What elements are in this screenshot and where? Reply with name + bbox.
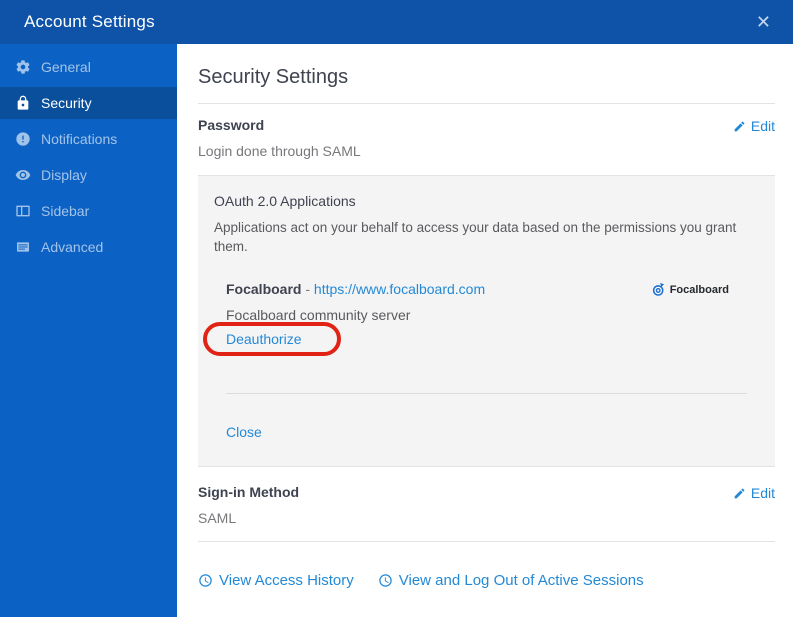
sidebar-item-sidebar[interactable]: Sidebar — [0, 195, 177, 227]
focalboard-logo-text: Focalboard — [669, 283, 729, 296]
password-label: Password — [198, 117, 265, 133]
account-settings-modal: Account Settings ✕ General Security Noti… — [0, 0, 793, 617]
oauth-section-title: OAuth 2.0 Applications — [214, 193, 356, 209]
sidebar-item-label: Notifications — [41, 131, 118, 147]
deauthorize-button[interactable]: Deauthorize — [226, 331, 302, 347]
pencil-icon — [734, 121, 745, 131]
sidebar-item-advanced[interactable]: Advanced — [0, 231, 177, 263]
footer-link-label: View Access History — [219, 572, 354, 589]
oauth-app-separator: - — [305, 281, 311, 297]
gear-icon — [15, 59, 31, 75]
eye-icon — [15, 167, 31, 183]
columns-icon — [15, 203, 31, 219]
signin-edit-button[interactable]: Edit — [733, 485, 775, 501]
password-value: Login done through SAML — [198, 143, 361, 159]
list-icon — [15, 239, 31, 255]
divider — [198, 541, 775, 542]
sidebar-item-label: Display — [41, 167, 87, 183]
view-active-sessions-link[interactable]: View and Log Out of Active Sessions — [378, 572, 644, 589]
signin-method-value: SAML — [198, 510, 237, 526]
sidebar-item-general[interactable]: General — [0, 51, 177, 83]
alert-circle-icon — [15, 131, 31, 147]
password-edit-button[interactable]: Edit — [733, 118, 775, 134]
modal-header: Account Settings ✕ — [0, 0, 793, 44]
pencil-icon — [734, 488, 745, 498]
sidebar-item-label: General — [41, 59, 91, 75]
password-section: Password Login done through SAML Edit — [198, 104, 775, 175]
close-icon[interactable]: ✕ — [756, 13, 771, 31]
sidebar-item-display[interactable]: Display — [0, 159, 177, 191]
clock-icon — [199, 574, 212, 587]
edit-label: Edit — [750, 118, 775, 134]
sidebar-item-label: Security — [41, 95, 92, 111]
signin-method-label: Sign-in Method — [198, 484, 300, 500]
focalboard-logo-icon — [652, 282, 664, 296]
settings-sidebar: General Security Notifications Display S… — [0, 44, 177, 617]
sidebar-item-label: Advanced — [41, 239, 104, 255]
page-title: Security Settings — [198, 66, 349, 88]
oauth-app-entry: Focalboard - https://www.focalboard.com — [203, 281, 759, 356]
sidebar-item-security[interactable]: Security — [0, 87, 177, 119]
security-settings-panel: Security Settings Password Login done th… — [177, 44, 793, 617]
lock-icon — [15, 95, 31, 111]
view-access-history-link[interactable]: View Access History — [198, 572, 354, 589]
sidebar-item-notifications[interactable]: Notifications — [0, 123, 177, 155]
modal-title: Account Settings — [24, 12, 155, 31]
oauth-close-button[interactable]: Close — [226, 424, 262, 440]
divider — [226, 393, 747, 394]
oauth-section-description: Applications act on your behalf to acces… — [214, 220, 737, 254]
footer-links: View Access History View and Log Out of … — [198, 572, 775, 589]
oauth-app-name: Focalboard — [226, 281, 302, 297]
edit-label: Edit — [750, 485, 775, 501]
focalboard-logo: Focalboard — [651, 282, 729, 297]
oauth-app-description: Focalboard community server — [226, 307, 411, 323]
signin-method-section: Sign-in Method SAML Edit — [198, 467, 775, 541]
oauth-applications-section: OAuth 2.0 Applications Applications act … — [198, 176, 775, 466]
oauth-app-title: Focalboard - https://www.focalboard.com — [226, 281, 485, 297]
footer-link-label: View and Log Out of Active Sessions — [398, 572, 644, 589]
sidebar-item-label: Sidebar — [41, 203, 90, 219]
oauth-app-url-link[interactable]: https://www.focalboard.com — [314, 281, 485, 297]
modal-body: General Security Notifications Display S… — [0, 44, 793, 617]
clock-icon — [379, 574, 392, 587]
